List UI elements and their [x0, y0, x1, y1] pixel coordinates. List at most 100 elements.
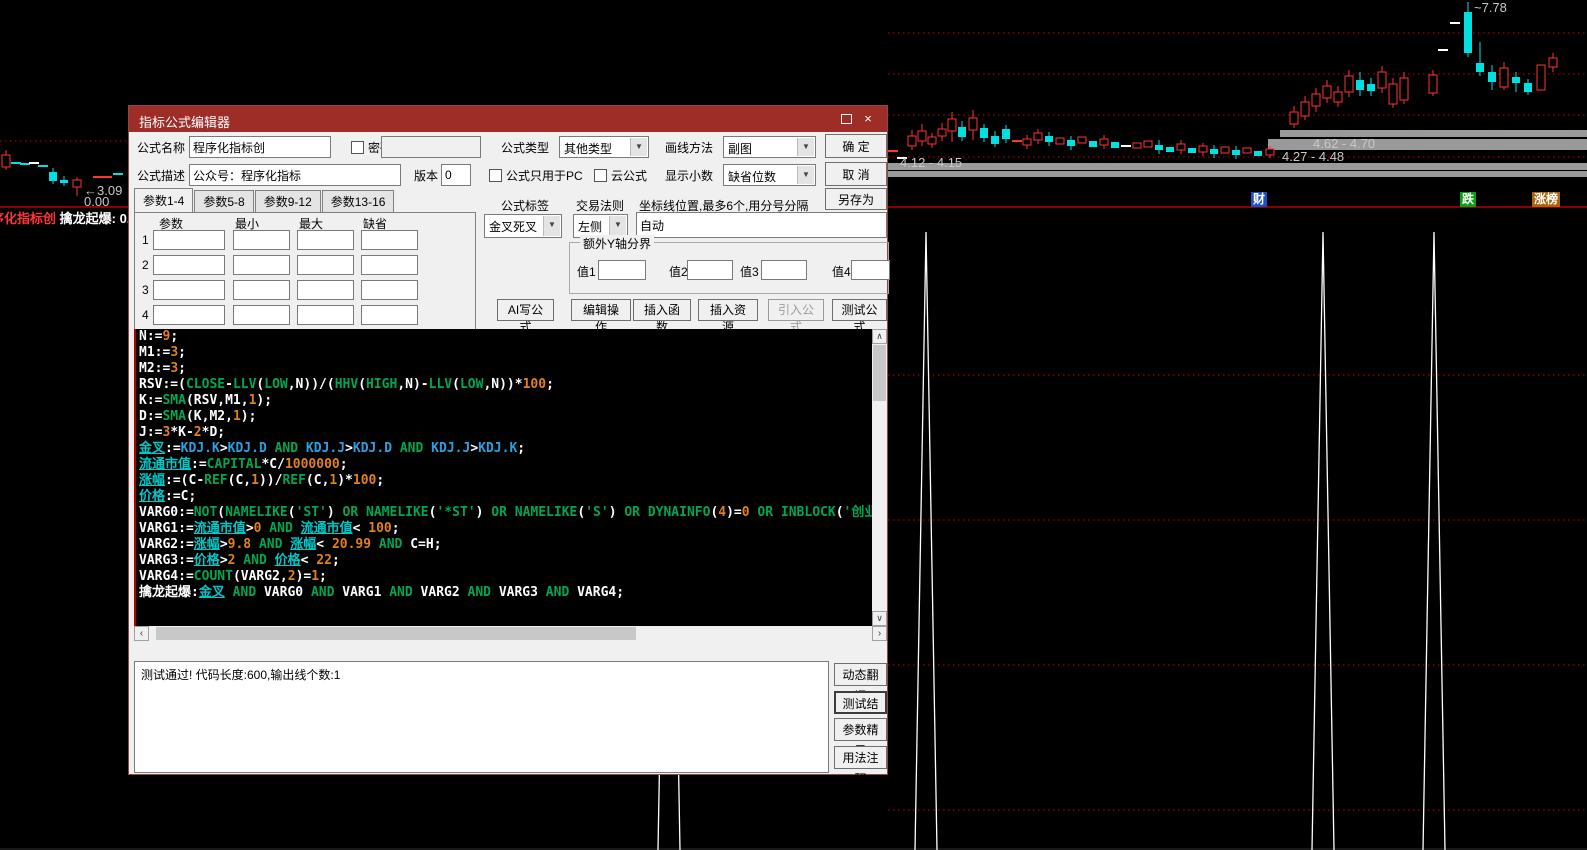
param-table: 参数 最小 最大 缺省 1 2 3 4 [134, 212, 476, 331]
chevron-down-icon[interactable]: ▼ [630, 138, 647, 156]
draw-method-select[interactable]: 副图 ▼ [723, 136, 816, 158]
param-input-r4c1[interactable] [153, 305, 225, 325]
param-tab-3[interactable]: 参数13-16 [321, 190, 395, 213]
test-result-message: 测试通过! 代码长度:600,输出线个数:1 [141, 668, 341, 682]
close-icon[interactable]: × [861, 112, 875, 126]
code-line-17: 擒龙起爆:金叉 AND VARG0 AND VARG1 AND VARG2 AN… [139, 585, 625, 600]
import-formula-button: 引入公式 [768, 299, 824, 334]
ai-write-formula-button[interactable]: AI写公式 [497, 299, 554, 334]
scroll-left-icon[interactable]: ‹ [134, 626, 149, 641]
password-input [381, 136, 481, 158]
formula-type-select[interactable]: 其他类型 ▼ [559, 136, 649, 158]
code-line-5: K:=SMA(RSV,M1,1); [139, 393, 273, 408]
hscroll-thumb[interactable] [156, 627, 636, 640]
code-line-11: 价格:=C; [139, 489, 197, 504]
price-label: ~7.78 [1474, 0, 1507, 15]
extra-y-title: 额外Y轴分界 [580, 235, 655, 252]
cancel-button[interactable]: 取 消 [825, 162, 887, 186]
usage-note-button[interactable]: 用法注释 [834, 745, 887, 786]
param-tab-2[interactable]: 参数9-12 [254, 190, 321, 213]
test-result-button[interactable]: 测试结果 [834, 690, 887, 732]
market-badge[interactable]: 涨榜 [1532, 192, 1561, 207]
version-label: 版本 [414, 169, 439, 183]
formula-desc-input[interactable] [189, 164, 401, 186]
insert-function-button[interactable]: 插入函数 [633, 299, 691, 334]
param-input-r1c3[interactable] [297, 230, 354, 250]
draw-method-label: 画线方法 [665, 141, 714, 155]
code-line-15: VARG3:=价格>2 AND 价格< 22; [139, 553, 340, 568]
param-input-r3c1[interactable] [153, 280, 225, 300]
code-line-8: 金叉:=KDJ.K>KDJ.D AND KDJ.J>KDJ.D AND KDJ.… [139, 441, 526, 456]
market-badge[interactable]: 财 [1251, 192, 1268, 207]
formula-tag-label: 公式标签 [501, 199, 550, 213]
code-line-12: VARG0:=NOT(NAMELIKE('ST') OR NAMELIKE('*… [139, 505, 872, 520]
screen: ~7.78 ←3.09 4.62 - 4.70 4.27 - 4.48 4.12 - 4… [0, 0, 1587, 850]
dialog-titlebar[interactable]: 指标公式编辑器 × [129, 106, 887, 132]
param-input-r3c4[interactable] [361, 280, 418, 300]
param-wizard-button[interactable]: 参数精灵 [834, 718, 887, 758]
formula-tag-select[interactable]: 金叉死叉 ▼ [484, 214, 562, 238]
formula-name-label: 公式名称 [137, 141, 186, 155]
param-input-r4c2[interactable] [233, 305, 290, 325]
param-input-r2c3[interactable] [297, 255, 354, 275]
param-input-r3c3[interactable] [297, 280, 354, 300]
code-line-3: M2:=3; [139, 361, 186, 376]
extra-y-input-1[interactable] [598, 260, 646, 280]
scroll-right-icon[interactable]: › [872, 626, 887, 641]
formula-type-label: 公式类型 [501, 141, 550, 155]
formula-code-editor[interactable]: N:=9; M1:=3; M2:=3; RSV:=(CLOSE-LLV(LOW,N))… [134, 329, 872, 626]
price-label: 0.00 [84, 194, 110, 209]
param-input-r2c4[interactable] [361, 255, 418, 275]
param-input-r2c1[interactable] [153, 255, 225, 275]
code-line-13: VARG1:=流通市值>0 AND 流通市值< 100; [139, 521, 400, 536]
market-badge[interactable]: 跌 [1460, 192, 1477, 207]
chevron-down-icon[interactable]: ▼ [797, 166, 814, 184]
vertical-scrollbar[interactable]: ∧ ∨ [872, 329, 887, 626]
param-input-r1c1[interactable] [153, 230, 225, 250]
extra-y-group: 额外Y轴分界 值1 值2 值3 值4 [569, 235, 890, 294]
test-result-panel: 测试通过! 代码长度:600,输出线个数:1 [134, 661, 829, 773]
param-input-r2c2[interactable] [233, 255, 290, 275]
code-line-1: N:=9; [139, 329, 179, 344]
version-input[interactable] [441, 164, 471, 186]
param-input-r4c3[interactable] [297, 305, 354, 325]
scroll-up-icon[interactable]: ∧ [872, 329, 887, 344]
price-label: 4.12 - 4.15 [900, 155, 963, 170]
param-tabs: 参数1-4 参数5-8 参数9-12 参数13-16 [134, 188, 395, 213]
checkbox-icon [351, 141, 364, 154]
param-input-r1c4[interactable] [361, 230, 418, 250]
decimal-select[interactable]: 缺省位数 ▼ [723, 164, 816, 186]
extra-y-label-1: 值1 [577, 265, 596, 279]
chevron-down-icon[interactable]: ▼ [543, 216, 560, 236]
extra-y-input-2[interactable] [687, 260, 733, 280]
param-tab-1[interactable]: 参数5-8 [194, 190, 254, 213]
maximize-icon[interactable] [839, 112, 853, 126]
formula-editor-dialog: 指标公式编辑器 × 公式名称 密码保护 公式类型 其他类型 ▼ 画线方法 副图 … [128, 105, 890, 786]
param-row-number: 3 [142, 283, 149, 297]
cloud-formula-checkbox[interactable]: 云公式 [594, 167, 647, 184]
param-input-r1c2[interactable] [233, 230, 290, 250]
edit-ops-button[interactable]: 编辑操作 [571, 299, 631, 334]
extra-y-label-3: 值3 [740, 265, 759, 279]
save-as-button[interactable]: 另存为 [825, 188, 887, 210]
extra-y-label-2: 值2 [669, 265, 688, 279]
ok-button[interactable]: 确 定 [825, 134, 887, 158]
pc-only-checkbox[interactable]: 公式只用于PC [489, 167, 583, 184]
vscroll-thumb[interactable] [873, 345, 886, 401]
scroll-down-icon[interactable]: ∨ [872, 611, 887, 626]
coordline-input[interactable] [636, 212, 887, 238]
param-tab-0[interactable]: 参数1-4 [134, 188, 194, 213]
test-formula-button[interactable]: 测试公式 [832, 299, 887, 334]
chevron-down-icon[interactable]: ▼ [609, 216, 626, 236]
extra-y-input-3[interactable] [761, 260, 807, 280]
param-input-r3c2[interactable] [233, 280, 290, 300]
code-line-7: J:=3*K-2*D; [139, 425, 226, 440]
checkbox-icon [594, 169, 607, 182]
extra-y-input-4[interactable] [851, 260, 890, 280]
formula-name-input[interactable] [189, 136, 331, 158]
dynamic-translate-button[interactable]: 动态翻译 [834, 663, 887, 703]
insert-resource-button[interactable]: 插入资源 [698, 299, 758, 334]
param-input-r4c4[interactable] [361, 305, 418, 325]
chevron-down-icon[interactable]: ▼ [797, 138, 814, 156]
horizontal-scrollbar[interactable]: ‹ › [134, 626, 887, 641]
